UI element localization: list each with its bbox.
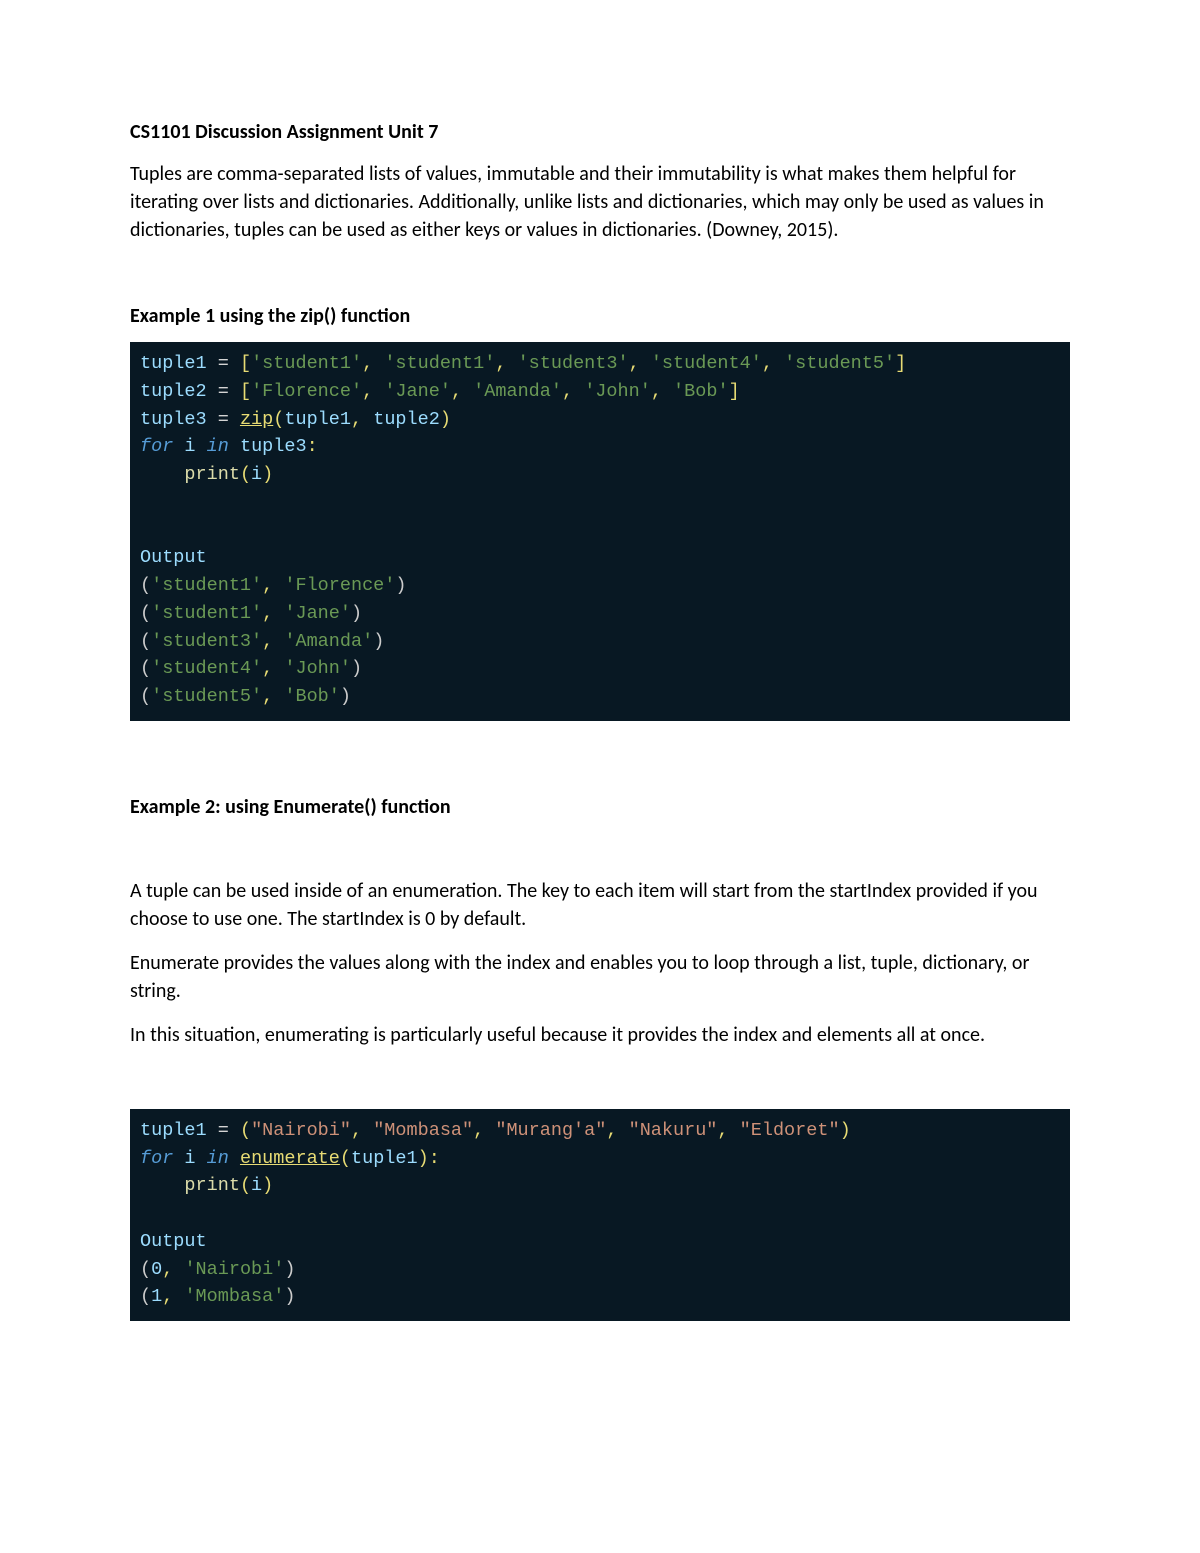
output-value: 'student1' [151,603,262,624]
code-string: 'student5' [784,353,895,374]
code-function: print [184,464,240,485]
output-value: 'John' [284,658,351,679]
code-string: "Nairobi" [251,1120,351,1141]
code-builtin: zip [240,409,273,430]
example2-para2: Enumerate provides the values along with… [130,949,1070,1005]
code-keyword: for [140,436,173,457]
code-string: "Mombasa" [373,1120,473,1141]
code-keyword: in [207,1148,229,1169]
intro-paragraph: Tuples are comma-separated lists of valu… [130,160,1070,244]
page-title: CS1101 Discussion Assignment Unit 7 [130,120,1070,144]
document-page: CS1101 Discussion Assignment Unit 7 Tupl… [0,0,1200,1553]
output-value: 'Mombasa' [184,1286,284,1307]
code-builtin: enumerate [240,1148,340,1169]
output-value: 0 [151,1259,162,1280]
output-value: 'Amanda' [284,631,373,652]
output-value: 'Jane' [284,603,351,624]
example2-heading: Example 2: using Enumerate() function [130,795,1070,819]
output-value: 'Bob' [284,686,340,707]
output-value: 'student4' [151,658,262,679]
code-string: 'Amanda' [473,381,562,402]
example2-code-block: tuple1 = ("Nairobi", "Mombasa", "Murang'… [130,1109,1070,1321]
code-variable: tuple3 [140,409,207,430]
code-string: 'student3' [518,353,629,374]
code-variable: tuple2 [140,381,207,402]
output-label: Output [140,1231,207,1252]
output-value: 'student1' [151,575,262,596]
output-value: 'student3' [151,631,262,652]
code-keyword: in [207,436,229,457]
code-string: 'student1' [251,353,362,374]
example1-heading: Example 1 using the zip() function [130,304,1070,328]
output-label: Output [140,547,207,568]
code-variable: tuple1 [140,1120,207,1141]
example2-para3: In this situation, enumerating is partic… [130,1021,1070,1049]
example2-para1: A tuple can be used inside of an enumera… [130,877,1070,933]
code-string: 'John' [584,381,651,402]
code-string: "Eldoret" [740,1120,840,1141]
output-value: 'student5' [151,686,262,707]
example1-code-block: tuple1 = ['student1', 'student1', 'stude… [130,342,1070,721]
code-string: 'student4' [651,353,762,374]
output-value: 1 [151,1286,162,1307]
code-string: 'Bob' [673,381,729,402]
output-value: 'Nairobi' [184,1259,284,1280]
code-string: 'student1' [384,353,495,374]
output-value: 'Florence' [284,575,395,596]
code-function: print [184,1175,240,1196]
code-string: "Murang'a" [495,1120,606,1141]
code-keyword: for [140,1148,173,1169]
code-string: 'Jane' [384,381,451,402]
code-string: "Nakuru" [629,1120,718,1141]
code-variable: tuple1 [140,353,207,374]
code-string: 'Florence' [251,381,362,402]
